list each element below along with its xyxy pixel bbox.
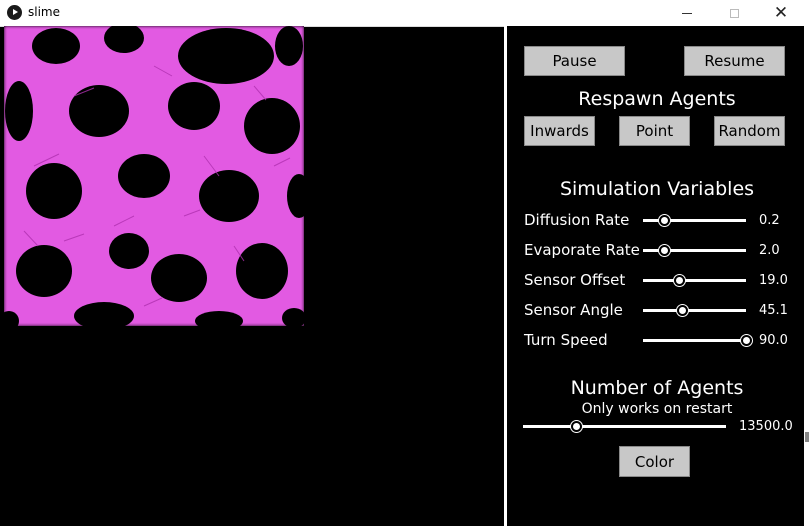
sensor-angle-value: 45.1: [759, 303, 788, 318]
sensor-angle-handle[interactable]: [677, 305, 689, 316]
diffusion-rate-handle[interactable]: [658, 215, 670, 226]
minimize-button[interactable]: [664, 0, 710, 26]
point-button[interactable]: Point: [619, 116, 690, 146]
close-icon: ✕: [773, 3, 789, 23]
agents-slider[interactable]: [523, 421, 726, 432]
maximize-icon: [729, 8, 739, 18]
diffusion-rate-label: Diffusion Rate: [524, 211, 630, 229]
evaporate-rate-label: Evaporate Rate: [524, 241, 640, 259]
resume-button[interactable]: Resume: [684, 46, 785, 76]
resize-grip[interactable]: [805, 432, 809, 442]
simulation-canvas[interactable]: [4, 26, 304, 326]
sensor-angle-label: Sensor Angle: [524, 301, 623, 319]
window-title: slime: [28, 5, 60, 19]
sensor-offset-value: 19.0: [759, 273, 788, 288]
turn-speed-handle[interactable]: [741, 335, 752, 346]
diffusion-rate-slider[interactable]: [643, 215, 746, 226]
turn-speed-label: Turn Speed: [524, 331, 608, 349]
variables-heading: Simulation Variables: [559, 178, 755, 200]
evaporate-rate-value: 2.0: [759, 243, 780, 258]
agents-handle[interactable]: [570, 421, 582, 432]
agents-note: Only works on restart: [581, 401, 733, 417]
random-button[interactable]: Random: [714, 116, 785, 146]
close-button[interactable]: ✕: [758, 0, 804, 26]
sensor-offset-label: Sensor Offset: [524, 271, 626, 289]
turn-speed-slider[interactable]: [643, 335, 752, 346]
inwards-button[interactable]: Inwards: [524, 116, 595, 146]
window-right-border: [804, 26, 809, 526]
respawn-heading: Respawn Agents: [578, 88, 736, 110]
pause-button[interactable]: Pause: [524, 46, 625, 76]
color-button[interactable]: Color: [619, 446, 690, 477]
maximize-button[interactable]: [711, 0, 757, 26]
control-panel: Pause Resume Respawn Agents Inwards Poin…: [507, 26, 809, 526]
agents-heading: Number of Agents: [570, 377, 744, 399]
app-play-icon: [7, 5, 22, 20]
evaporate-rate-slider[interactable]: [643, 245, 746, 256]
turn-speed-value: 90.0: [759, 333, 788, 348]
minimize-icon: [682, 12, 692, 14]
slime-trail-map: [4, 26, 304, 326]
title-bar: slime ✕: [0, 0, 809, 27]
diffusion-rate-value: 0.2: [759, 213, 780, 228]
sensor-offset-handle[interactable]: [674, 275, 686, 286]
sensor-angle-slider[interactable]: [643, 305, 746, 316]
evaporate-rate-handle[interactable]: [658, 245, 670, 256]
sensor-offset-slider[interactable]: [643, 275, 746, 286]
agents-value: 13500.0: [739, 419, 793, 434]
